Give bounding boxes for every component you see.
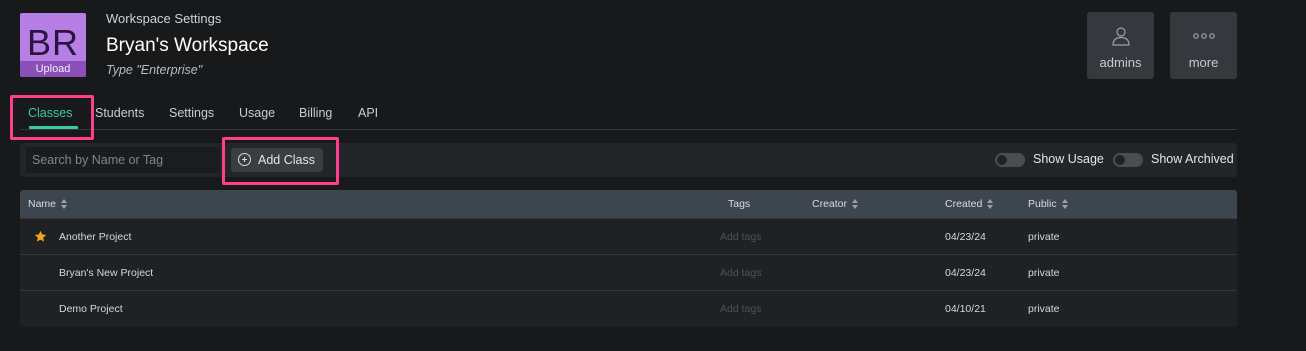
star-icon[interactable] <box>34 230 47 243</box>
upload-button[interactable]: Upload <box>20 61 86 77</box>
column-header-name[interactable]: Name <box>28 198 68 210</box>
more-label: more <box>1188 55 1219 70</box>
table-header: Name Tags Creator Created Public <box>20 190 1237 218</box>
workspace-title: Bryan's Workspace <box>106 35 269 56</box>
tab-api[interactable]: API <box>358 106 378 120</box>
tab-bar: Classes Students Settings Usage Billing … <box>20 98 1237 130</box>
toggle-knob <box>997 155 1007 165</box>
row-created: 04/10/21 <box>945 303 986 315</box>
sort-icon <box>987 198 994 210</box>
tab-settings[interactable]: Settings <box>169 106 214 120</box>
row-name[interactable]: Another Project <box>59 231 131 243</box>
column-header-created[interactable]: Created <box>945 198 994 210</box>
row-tags[interactable]: Add tags <box>720 303 761 315</box>
row-created: 04/23/24 <box>945 267 986 279</box>
row-public: private <box>1028 231 1060 243</box>
admins-button[interactable]: admins <box>1087 12 1154 79</box>
row-public: private <box>1028 267 1060 279</box>
column-header-tags: Tags <box>728 198 751 210</box>
table-row[interactable]: Another Project Add tags 04/23/24 privat… <box>20 218 1237 254</box>
plus-circle-icon <box>238 153 251 166</box>
workspace-type: Type "Enterprise" <box>106 63 203 77</box>
tab-classes[interactable]: Classes <box>28 106 72 120</box>
toggle-knob <box>1115 155 1125 165</box>
tab-billing[interactable]: Billing <box>299 106 332 120</box>
row-tags[interactable]: Add tags <box>720 231 761 243</box>
row-tags[interactable]: Add tags <box>720 267 761 279</box>
show-usage-toggle[interactable] <box>995 153 1025 167</box>
admins-label: admins <box>1099 55 1142 70</box>
class-toolbar: Add Class Show Usage Show Archived <box>20 143 1237 177</box>
page-subtitle: Workspace Settings <box>106 11 222 26</box>
row-created: 04/23/24 <box>945 231 986 243</box>
user-icon <box>1087 25 1154 47</box>
table-row[interactable]: Bryan's New Project Add tags 04/23/24 pr… <box>20 254 1237 290</box>
sort-icon <box>1061 198 1069 210</box>
tab-usage[interactable]: Usage <box>239 106 275 120</box>
add-class-button[interactable]: Add Class <box>231 148 323 172</box>
column-header-creator[interactable]: Creator <box>812 198 859 210</box>
row-public: private <box>1028 303 1060 315</box>
row-name[interactable]: Bryan's New Project <box>59 267 153 279</box>
more-dots-icon <box>1170 25 1237 47</box>
sort-icon <box>852 198 859 210</box>
column-header-public[interactable]: Public <box>1028 198 1069 210</box>
row-name[interactable]: Demo Project <box>59 303 123 315</box>
more-button[interactable]: more <box>1170 12 1237 79</box>
avatar-initials: BR <box>26 22 79 63</box>
classes-table: Name Tags Creator Created Public Another… <box>20 190 1237 327</box>
search-input[interactable] <box>26 147 220 173</box>
tab-students[interactable]: Students <box>95 106 144 120</box>
table-row[interactable]: Demo Project Add tags 04/10/21 private <box>20 290 1237 326</box>
sort-icon <box>61 198 68 210</box>
active-tab-indicator <box>29 126 78 129</box>
workspace-avatar[interactable]: BR Upload <box>20 13 86 77</box>
add-class-label: Add Class <box>258 153 315 167</box>
show-archived-label: Show Archived <box>1151 152 1234 166</box>
show-archived-toggle[interactable] <box>1113 153 1143 167</box>
show-usage-label: Show Usage <box>1033 152 1104 166</box>
